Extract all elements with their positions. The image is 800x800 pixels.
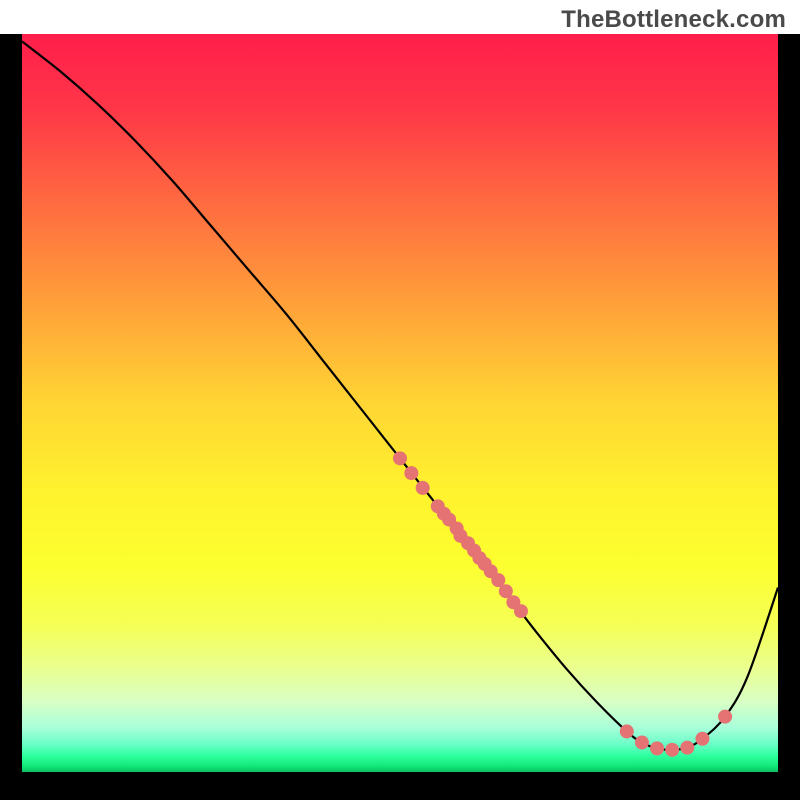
data-point [665,743,679,757]
plot-background [22,34,778,772]
data-point [695,732,709,746]
frame [0,34,22,800]
data-point [416,481,430,495]
data-point [393,451,407,465]
frame [778,34,800,800]
chart-container: TheBottleneck.com [0,0,800,800]
data-point [680,741,694,755]
data-point [650,741,664,755]
data-point [404,466,418,480]
data-point [718,710,732,724]
data-point [514,604,528,618]
watermark-text: TheBottleneck.com [561,6,786,34]
data-point [635,735,649,749]
data-point [620,724,634,738]
frame [0,772,800,800]
bottleneck-chart [0,0,800,800]
